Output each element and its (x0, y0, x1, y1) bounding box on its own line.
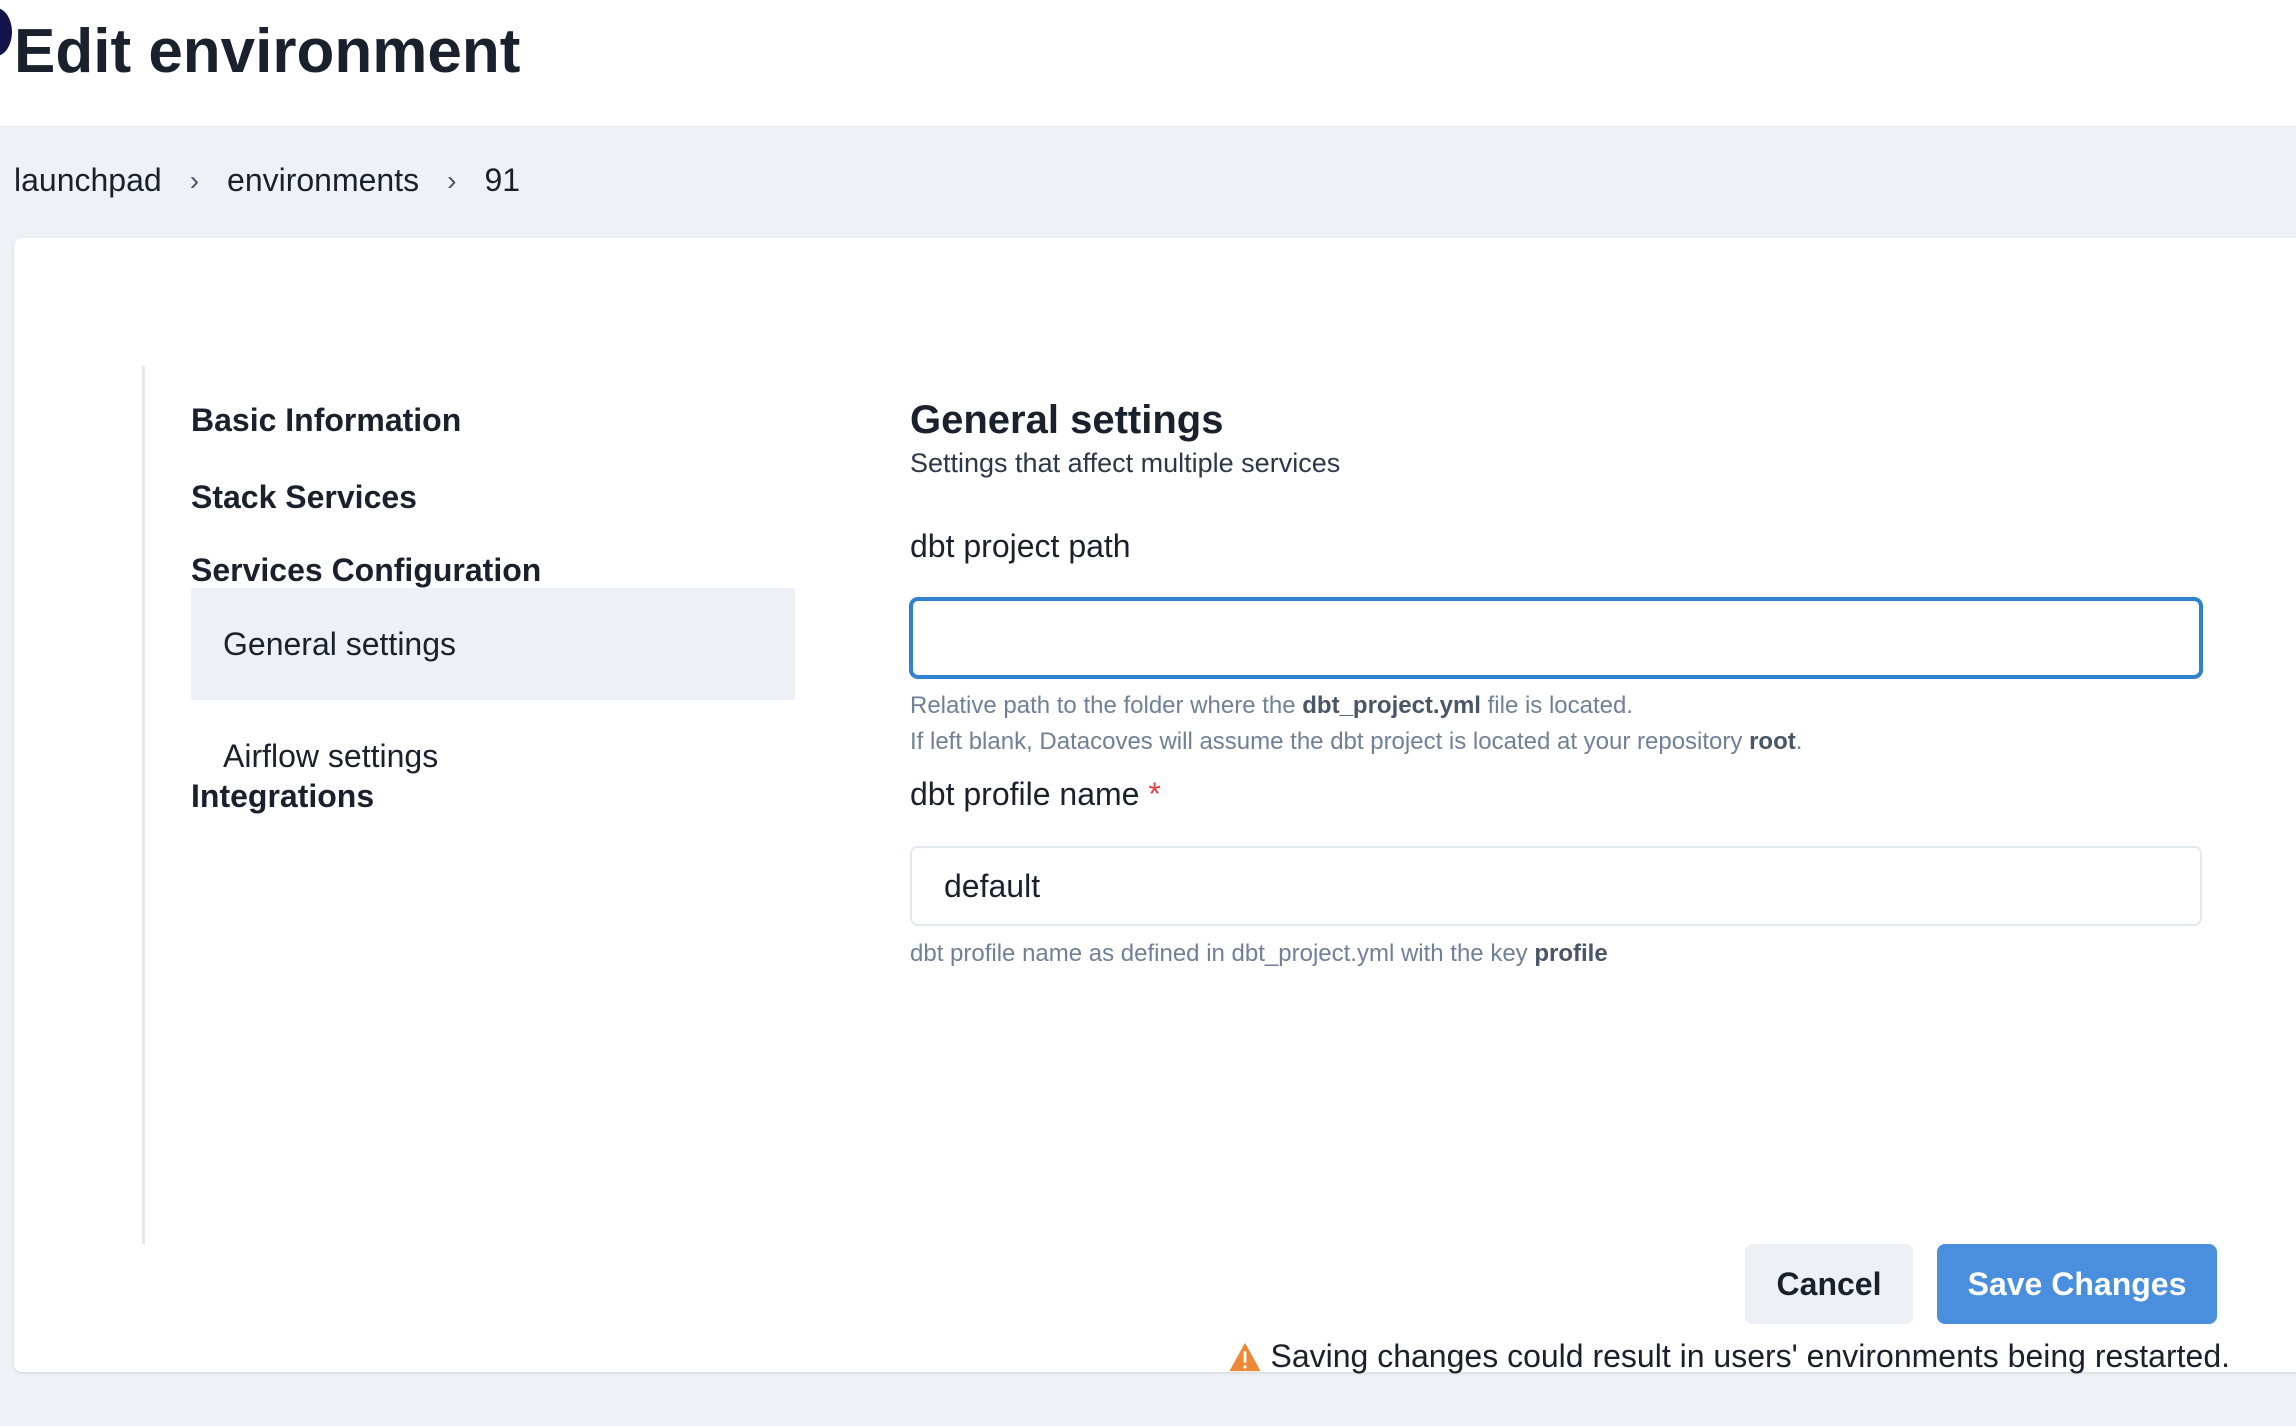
settings-nav: Basic Information Stack Services Service… (142, 366, 805, 1244)
cancel-button[interactable]: Cancel (1745, 1244, 1913, 1324)
profile-name-label: dbt profile name * (910, 776, 1161, 812)
nav-subitem-general-settings[interactable]: General settings (191, 588, 795, 700)
nav-item-integrations[interactable]: Integrations (191, 778, 374, 815)
breadcrumb-environments[interactable]: environments (227, 162, 419, 199)
page-header: Edit environment (0, 0, 2296, 127)
save-changes-button[interactable]: Save Changes (1937, 1244, 2217, 1324)
project-path-input[interactable] (910, 598, 2202, 678)
project-path-help: Relative path to the folder where the db… (910, 692, 1634, 719)
nav-subitem-label: General settings (223, 625, 457, 662)
nav-item-basic-information[interactable]: Basic Information (191, 402, 461, 439)
profile-name-input[interactable] (910, 846, 2202, 926)
project-path-label: dbt project path (910, 528, 1131, 564)
required-marker: * (1148, 776, 1161, 812)
section-title: General settings (910, 398, 1224, 442)
warning-text: Saving changes could result in users' en… (1270, 1338, 2230, 1374)
nav-item-stack-services[interactable]: Stack Services (191, 479, 417, 516)
nav-subitem-label: Airflow settings (223, 737, 439, 774)
breadcrumb: launchpad › environments › 91 (14, 162, 520, 199)
avatar[interactable] (0, 8, 12, 56)
breadcrumb-separator: › (189, 164, 200, 196)
breadcrumb-current: 91 (484, 162, 521, 198)
restart-warning: Saving changes could result in users' en… (1228, 1338, 2230, 1375)
section-subtitle: Settings that affect multiple services (910, 448, 1341, 478)
breadcrumb-launchpad[interactable]: launchpad (14, 162, 162, 199)
profile-name-help: dbt profile name as defined in dbt_proje… (910, 940, 1608, 967)
warning-triangle-icon (1229, 1342, 1262, 1371)
nav-item-services-configuration[interactable]: Services Configuration (191, 552, 541, 589)
breadcrumb-separator: › (447, 164, 457, 196)
edit-card: Basic Information Stack Services Service… (14, 238, 2296, 1375)
project-path-help-2: If left blank, Datacoves will assume the… (910, 728, 1803, 755)
page-title: Edit environment (14, 17, 521, 86)
